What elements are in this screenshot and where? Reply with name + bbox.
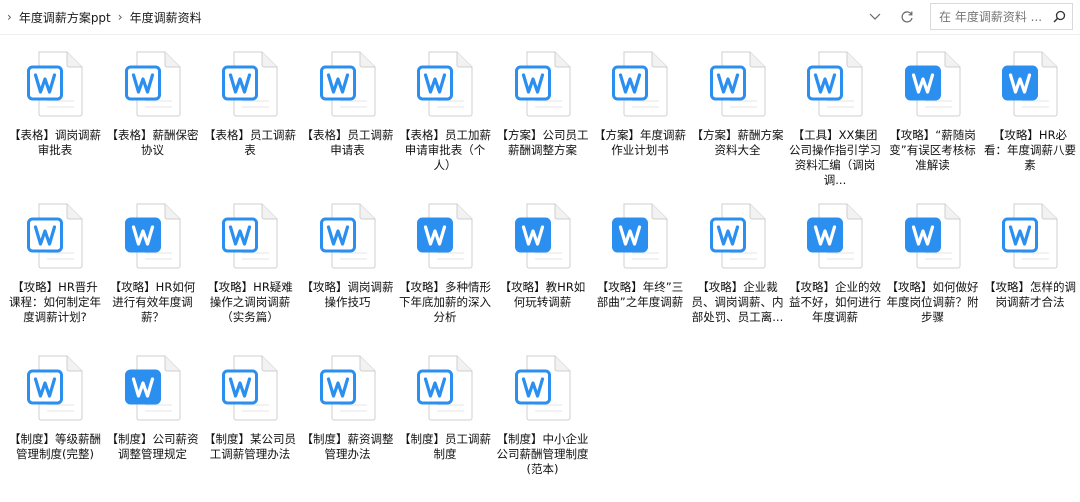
file-item[interactable]: 【制度】公司薪资调整管理规定: [106, 345, 200, 495]
word-document-icon: [222, 51, 278, 117]
word-document-icon: [417, 355, 473, 421]
word-document-icon: [807, 203, 863, 269]
file-item[interactable]: 【方案】薪酬方案资料大全: [691, 41, 785, 191]
file-item[interactable]: 【表格】调岗调薪审批表: [8, 41, 102, 191]
file-item[interactable]: 【工具】XX集团公司操作指引学习资料汇编（调岗调...: [788, 41, 882, 191]
file-item[interactable]: 【制度】中小企业公司薪酬管理制度(范本): [496, 345, 590, 495]
file-name-label: 【表格】员工加薪申请审批表（个人）: [399, 128, 491, 172]
breadcrumb-separator-icon: ›: [117, 10, 123, 24]
file-name-label: 【攻略】“薪随岗变”有误区考核标准解读: [889, 128, 976, 172]
file-item[interactable]: 【攻略】怎样的调岗调薪才合法: [983, 193, 1077, 343]
word-document-icon: [904, 203, 961, 269]
file-name-label: 【制度】等级薪酬管理制度(完整): [9, 432, 101, 461]
file-name-label: 【攻略】企业裁员、调岗调薪、内部处罚、员工离...: [691, 280, 784, 324]
file-name-label: 【工具】XX集团公司操作指引学习资料汇编（调岗调...: [789, 128, 881, 187]
file-item[interactable]: 【攻略】“薪随岗变”有误区考核标准解读: [886, 41, 980, 191]
word-document-icon: [514, 355, 571, 421]
word-document-icon: [417, 203, 473, 269]
word-document-icon: [514, 51, 571, 117]
word-document-icon: [709, 51, 766, 117]
word-document-icon: [904, 51, 961, 117]
file-name-label: 【表格】员工调薪表: [204, 128, 296, 157]
word-document-icon: [1002, 51, 1058, 117]
file-item[interactable]: 【表格】员工调薪申请表: [301, 41, 395, 191]
file-item[interactable]: 【制度】员工调薪制度: [398, 345, 492, 495]
file-name-label: 【攻略】教HR如何玩转调薪: [499, 280, 586, 309]
file-name-label: 【表格】薪酬保密协议: [106, 128, 199, 157]
file-item[interactable]: 【攻略】企业裁员、调岗调薪、内部处罚、员工离...: [691, 193, 785, 343]
file-item[interactable]: 【制度】某公司员工调薪管理办法: [203, 345, 297, 495]
breadcrumb-separator-icon: ›: [7, 10, 12, 24]
file-item[interactable]: 【攻略】如何做好年度岗位调薪？附步骤: [886, 193, 980, 343]
word-document-icon: [807, 51, 863, 117]
word-document-icon: [612, 51, 668, 117]
file-name-label: 【攻略】HR必看：年度调薪八要素: [984, 128, 1076, 172]
word-document-icon: [222, 355, 278, 421]
file-item[interactable]: 【表格】员工调薪表: [203, 41, 297, 191]
file-name-label: 【攻略】HR如何进行有效年度调薪？: [109, 280, 196, 324]
word-document-icon: [514, 203, 571, 269]
word-document-icon: [27, 51, 83, 117]
word-document-icon: [124, 51, 181, 117]
file-item[interactable]: 【攻略】HR必看：年度调薪八要素: [983, 41, 1077, 191]
search-box[interactable]: 在 年度调薪资料 ...: [930, 3, 1073, 30]
file-item[interactable]: 【制度】薪资调整管理办法: [301, 345, 395, 495]
file-item[interactable]: 【攻略】企业的效益不好，如何进行年度调薪: [788, 193, 882, 343]
file-item[interactable]: 【表格】员工加薪申请审批表（个人）: [398, 41, 492, 191]
file-name-label: 【制度】公司薪资调整管理规定: [106, 432, 199, 461]
file-name-label: 【攻略】年终”三部曲”之年度调薪: [596, 280, 684, 309]
file-item[interactable]: 【制度】等级薪酬管理制度(完整): [8, 345, 102, 495]
file-item[interactable]: 【方案】年度调薪作业计划书: [593, 41, 687, 191]
file-item[interactable]: 【攻略】HR晋升课程：如何制定年度调薪计划?: [8, 193, 102, 343]
file-item[interactable]: 【表格】薪酬保密协议: [106, 41, 200, 191]
word-document-icon: [319, 203, 376, 269]
file-item[interactable]: 【攻略】教HR如何玩转调薪: [496, 193, 590, 343]
file-item[interactable]: 【攻略】多种情形下年底加薪的深入分析: [398, 193, 492, 343]
word-document-icon: [27, 355, 83, 421]
word-document-icon: [417, 51, 473, 117]
breadcrumb-item-current[interactable]: 年度调薪资料: [130, 9, 202, 26]
file-name-label: 【攻略】HR晋升课程：如何制定年度调薪计划?: [9, 280, 101, 324]
file-item[interactable]: 【攻略】HR疑难操作之调岗调薪（实务篇）: [203, 193, 297, 343]
chevron-down-icon[interactable]: [866, 8, 884, 26]
file-name-label: 【攻略】HR疑难操作之调岗调薪（实务篇）: [207, 280, 293, 324]
file-name-label: 【制度】薪资调整管理办法: [301, 432, 394, 461]
file-item[interactable]: 【攻略】HR如何进行有效年度调薪？: [106, 193, 200, 343]
file-name-label: 【制度】员工调薪制度: [399, 432, 491, 461]
file-name-label: 【制度】中小企业公司薪酬管理制度(范本): [496, 432, 589, 476]
file-name-label: 【方案】薪酬方案资料大全: [691, 128, 784, 157]
file-name-label: 【攻略】怎样的调岗调薪才合法: [984, 280, 1076, 309]
file-item[interactable]: 【方案】公司员工薪酬调整方案: [496, 41, 590, 191]
magnifier-icon[interactable]: [1046, 10, 1072, 23]
refresh-icon[interactable]: [898, 8, 916, 26]
search-input[interactable]: 在 年度调薪资料 ...: [939, 8, 1046, 25]
file-name-label: 【表格】员工调薪申请表: [301, 128, 394, 157]
word-document-icon: [319, 355, 376, 421]
breadcrumb-item-parent[interactable]: 年度调薪方案ppt: [19, 9, 111, 26]
word-document-icon: [222, 203, 278, 269]
address-bar: › 年度调薪方案ppt › 年度调薪资料 在 年度调薪资料 ...: [0, 0, 1080, 35]
file-name-label: 【攻略】调岗调薪操作技巧: [301, 280, 394, 309]
file-item[interactable]: 【攻略】年终”三部曲”之年度调薪: [593, 193, 687, 343]
file-name-label: 【表格】调岗调薪审批表: [9, 128, 101, 157]
word-document-icon: [319, 51, 376, 117]
word-document-icon: [709, 203, 766, 269]
breadcrumb: › 年度调薪方案ppt › 年度调薪资料: [0, 0, 202, 34]
file-name-label: 【攻略】企业的效益不好，如何进行年度调薪: [789, 280, 881, 324]
word-document-icon: [1002, 203, 1058, 269]
word-document-icon: [124, 203, 181, 269]
file-name-label: 【攻略】如何做好年度岗位调薪？附步骤: [886, 280, 979, 324]
word-document-icon: [612, 203, 668, 269]
word-document-icon: [27, 203, 83, 269]
file-item[interactable]: 【攻略】调岗调薪操作技巧: [301, 193, 395, 343]
word-document-icon: [124, 355, 181, 421]
file-name-label: 【攻略】多种情形下年底加薪的深入分析: [399, 280, 491, 324]
file-name-label: 【制度】某公司员工调薪管理办法: [204, 432, 296, 461]
file-name-label: 【方案】年度调薪作业计划书: [594, 128, 686, 157]
file-name-label: 【方案】公司员工薪酬调整方案: [496, 128, 589, 157]
